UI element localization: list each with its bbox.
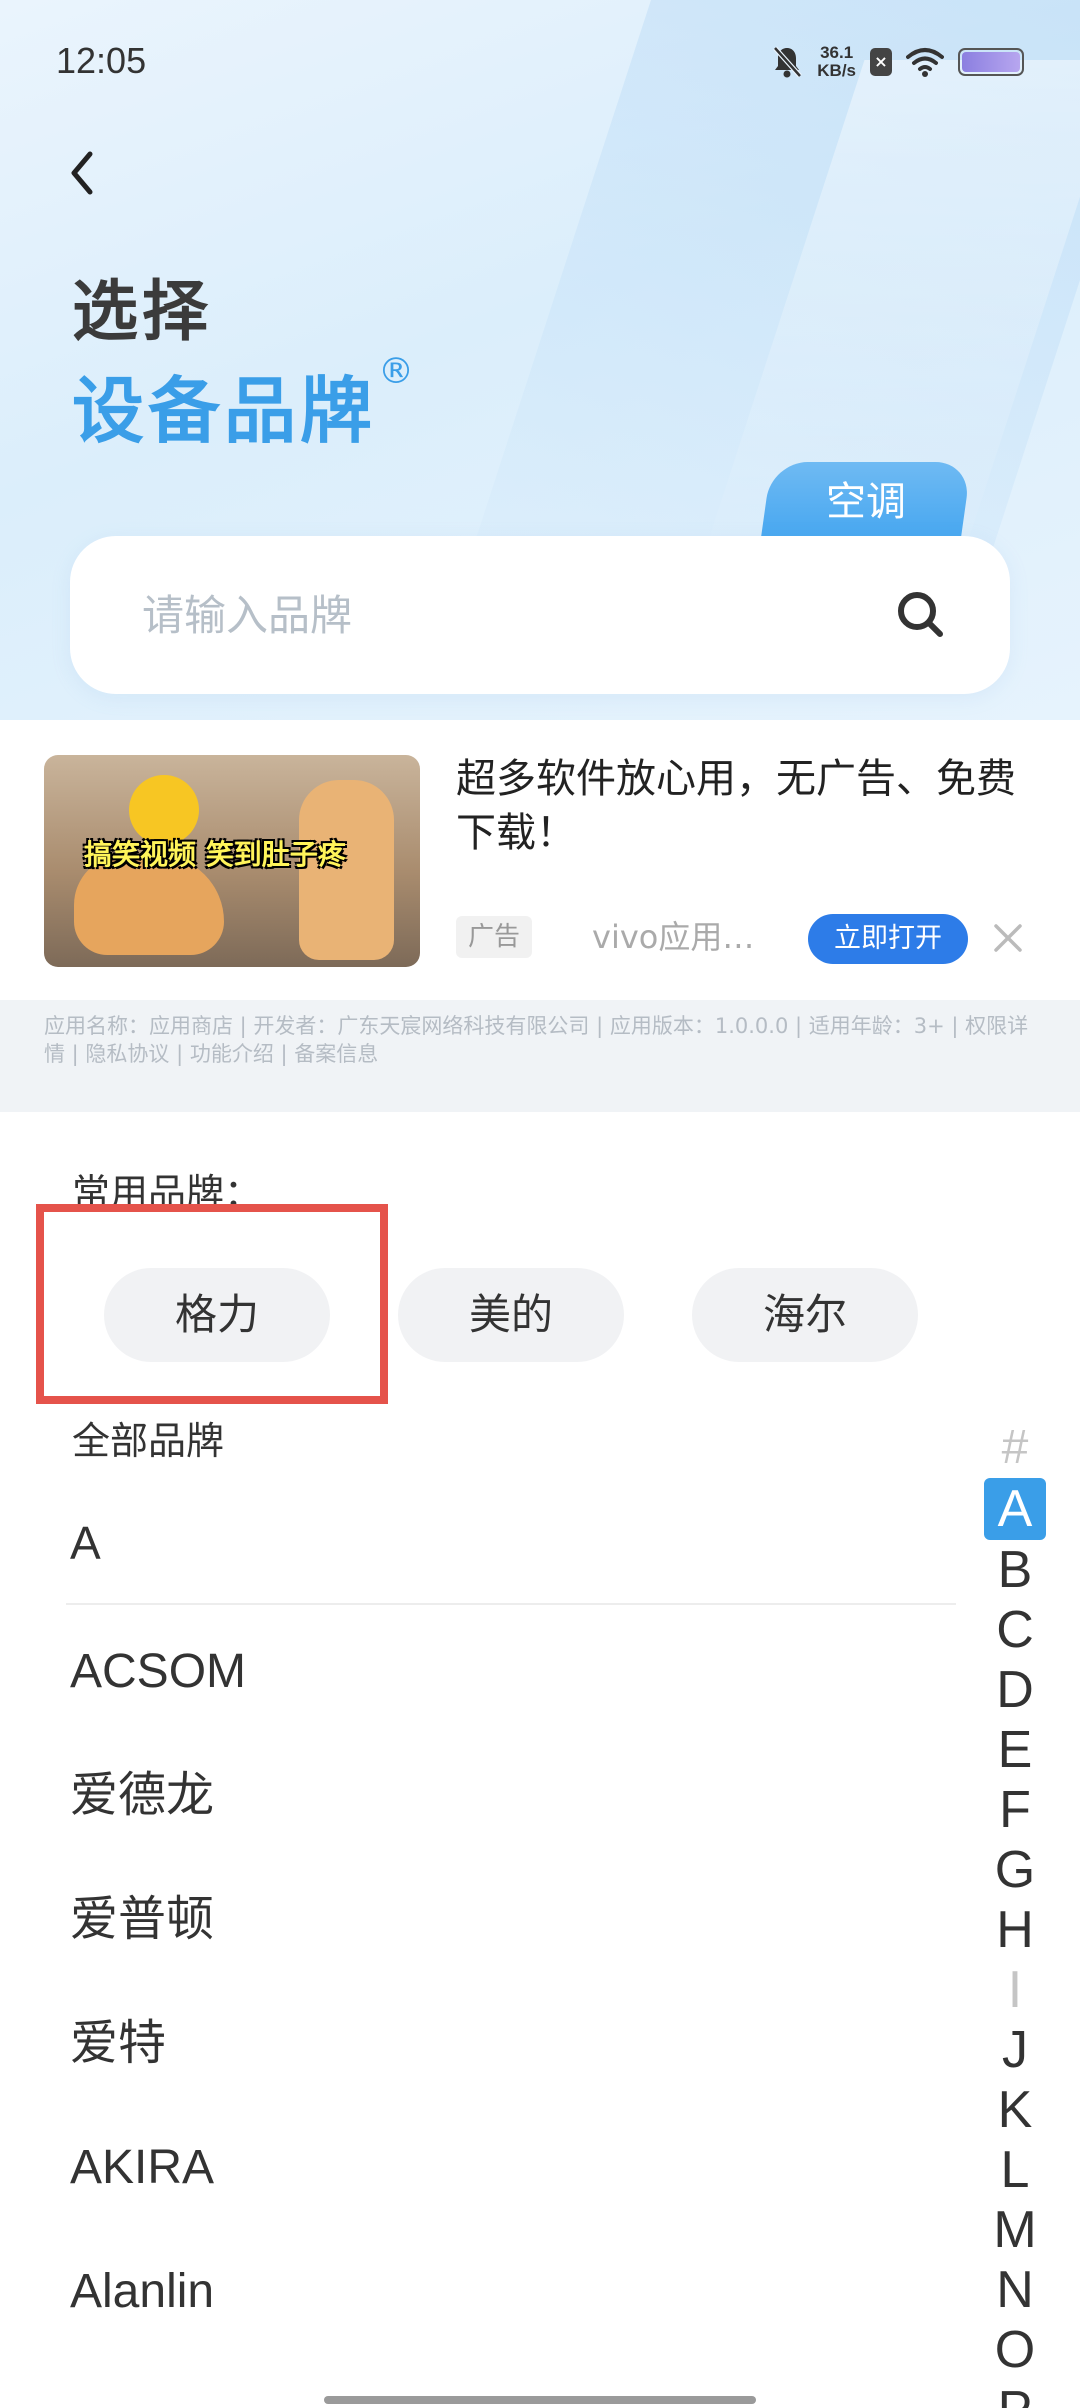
status-time: 12:05: [56, 40, 147, 81]
index-item-hash[interactable]: #: [980, 1418, 1050, 1478]
ad-source: vivo应用…: [592, 918, 755, 956]
page-title-line2: 设备品牌®: [72, 351, 419, 457]
brand-chip-haier[interactable]: 海尔: [692, 1268, 918, 1362]
index-item-a[interactable]: A: [984, 1478, 1046, 1540]
ad-app-info: 应用名称：应用商店 | 开发者：广东天宸网络科技有限公司 | 应用版本：1.0.…: [0, 1000, 1080, 1112]
ad-image[interactable]: 搞笑视频 笑到肚子疼: [44, 755, 420, 967]
index-item-m[interactable]: M: [980, 2200, 1050, 2260]
wifi-icon: [906, 48, 944, 77]
brand-list: ACSOM 爱德龙 爱普顿 爱特 AKIRA Alanlin: [70, 1632, 950, 2376]
index-item-b[interactable]: B: [980, 1540, 1050, 1600]
status-bar: 12:05 36.1 KB/s ×: [0, 0, 1080, 125]
index-item-p[interactable]: P: [980, 2380, 1050, 2408]
search-input[interactable]: [142, 536, 842, 694]
index-item-n[interactable]: N: [980, 2260, 1050, 2320]
search-box: [70, 536, 1010, 694]
index-item-d[interactable]: D: [980, 1660, 1050, 1720]
list-item[interactable]: AKIRA: [70, 2128, 950, 2252]
tab-category-aircon[interactable]: 空调: [760, 462, 972, 542]
index-item-f[interactable]: F: [980, 1780, 1050, 1840]
ad-open-button[interactable]: 立即打开: [808, 914, 968, 964]
all-brands-label: 全部品牌: [72, 1419, 225, 1463]
mute-bell-icon: [773, 46, 803, 78]
registered-mark: ®: [378, 351, 419, 392]
list-item[interactable]: 爱德龙: [70, 1756, 950, 1880]
ad-image-caption: 搞笑视频 笑到肚子疼: [84, 838, 346, 871]
network-speed-value: 36.1: [820, 43, 854, 62]
index-item-o[interactable]: O: [980, 2320, 1050, 2380]
divider: [66, 1603, 956, 1605]
ad-tag: 广告: [456, 916, 533, 958]
tab-category-label: 空调: [826, 479, 906, 525]
list-item[interactable]: Alanlin: [70, 2252, 950, 2376]
home-indicator[interactable]: [324, 2396, 756, 2404]
index-item-i[interactable]: I: [980, 1960, 1050, 2020]
index-item-g[interactable]: G: [980, 1840, 1050, 1900]
page-title-line1: 选择: [72, 273, 212, 350]
index-item-e[interactable]: E: [980, 1720, 1050, 1780]
alphabet-index[interactable]: # A B C D E F G H I J K L M N O P: [980, 1418, 1050, 2408]
sim-icon: ×: [870, 48, 892, 76]
index-item-h[interactable]: H: [980, 1900, 1050, 1960]
index-item-l[interactable]: L: [980, 2140, 1050, 2200]
page-title-text: 设备品牌: [72, 369, 377, 453]
network-speed: 36.1 KB/s: [817, 44, 856, 80]
ad-headline[interactable]: 超多软件放心用，无广告、免费下载！: [456, 752, 1016, 860]
list-item[interactable]: 爱普顿: [70, 1880, 950, 2004]
search-icon[interactable]: [894, 588, 948, 642]
index-item-k[interactable]: K: [980, 2080, 1050, 2140]
index-item-c[interactable]: C: [980, 1600, 1050, 1660]
battery-icon: [958, 48, 1024, 76]
ad-banner[interactable]: 搞笑视频 笑到肚子疼 超多软件放心用，无广告、免费下载！ 广告 vivo应用… …: [0, 720, 1080, 1120]
status-icons: 36.1 KB/s ×: [771, 42, 1024, 82]
list-item[interactable]: 爱特: [70, 2004, 950, 2128]
list-item[interactable]: ACSOM: [70, 1632, 950, 1756]
brand-chip-midea[interactable]: 美的: [398, 1268, 624, 1362]
close-icon[interactable]: [990, 920, 1026, 956]
highlight-box: [36, 1204, 388, 1404]
index-item-j[interactable]: J: [980, 2020, 1050, 2080]
network-speed-unit: KB/s: [817, 61, 856, 80]
section-header-a: A: [70, 1517, 101, 1569]
back-icon[interactable]: [62, 148, 102, 198]
